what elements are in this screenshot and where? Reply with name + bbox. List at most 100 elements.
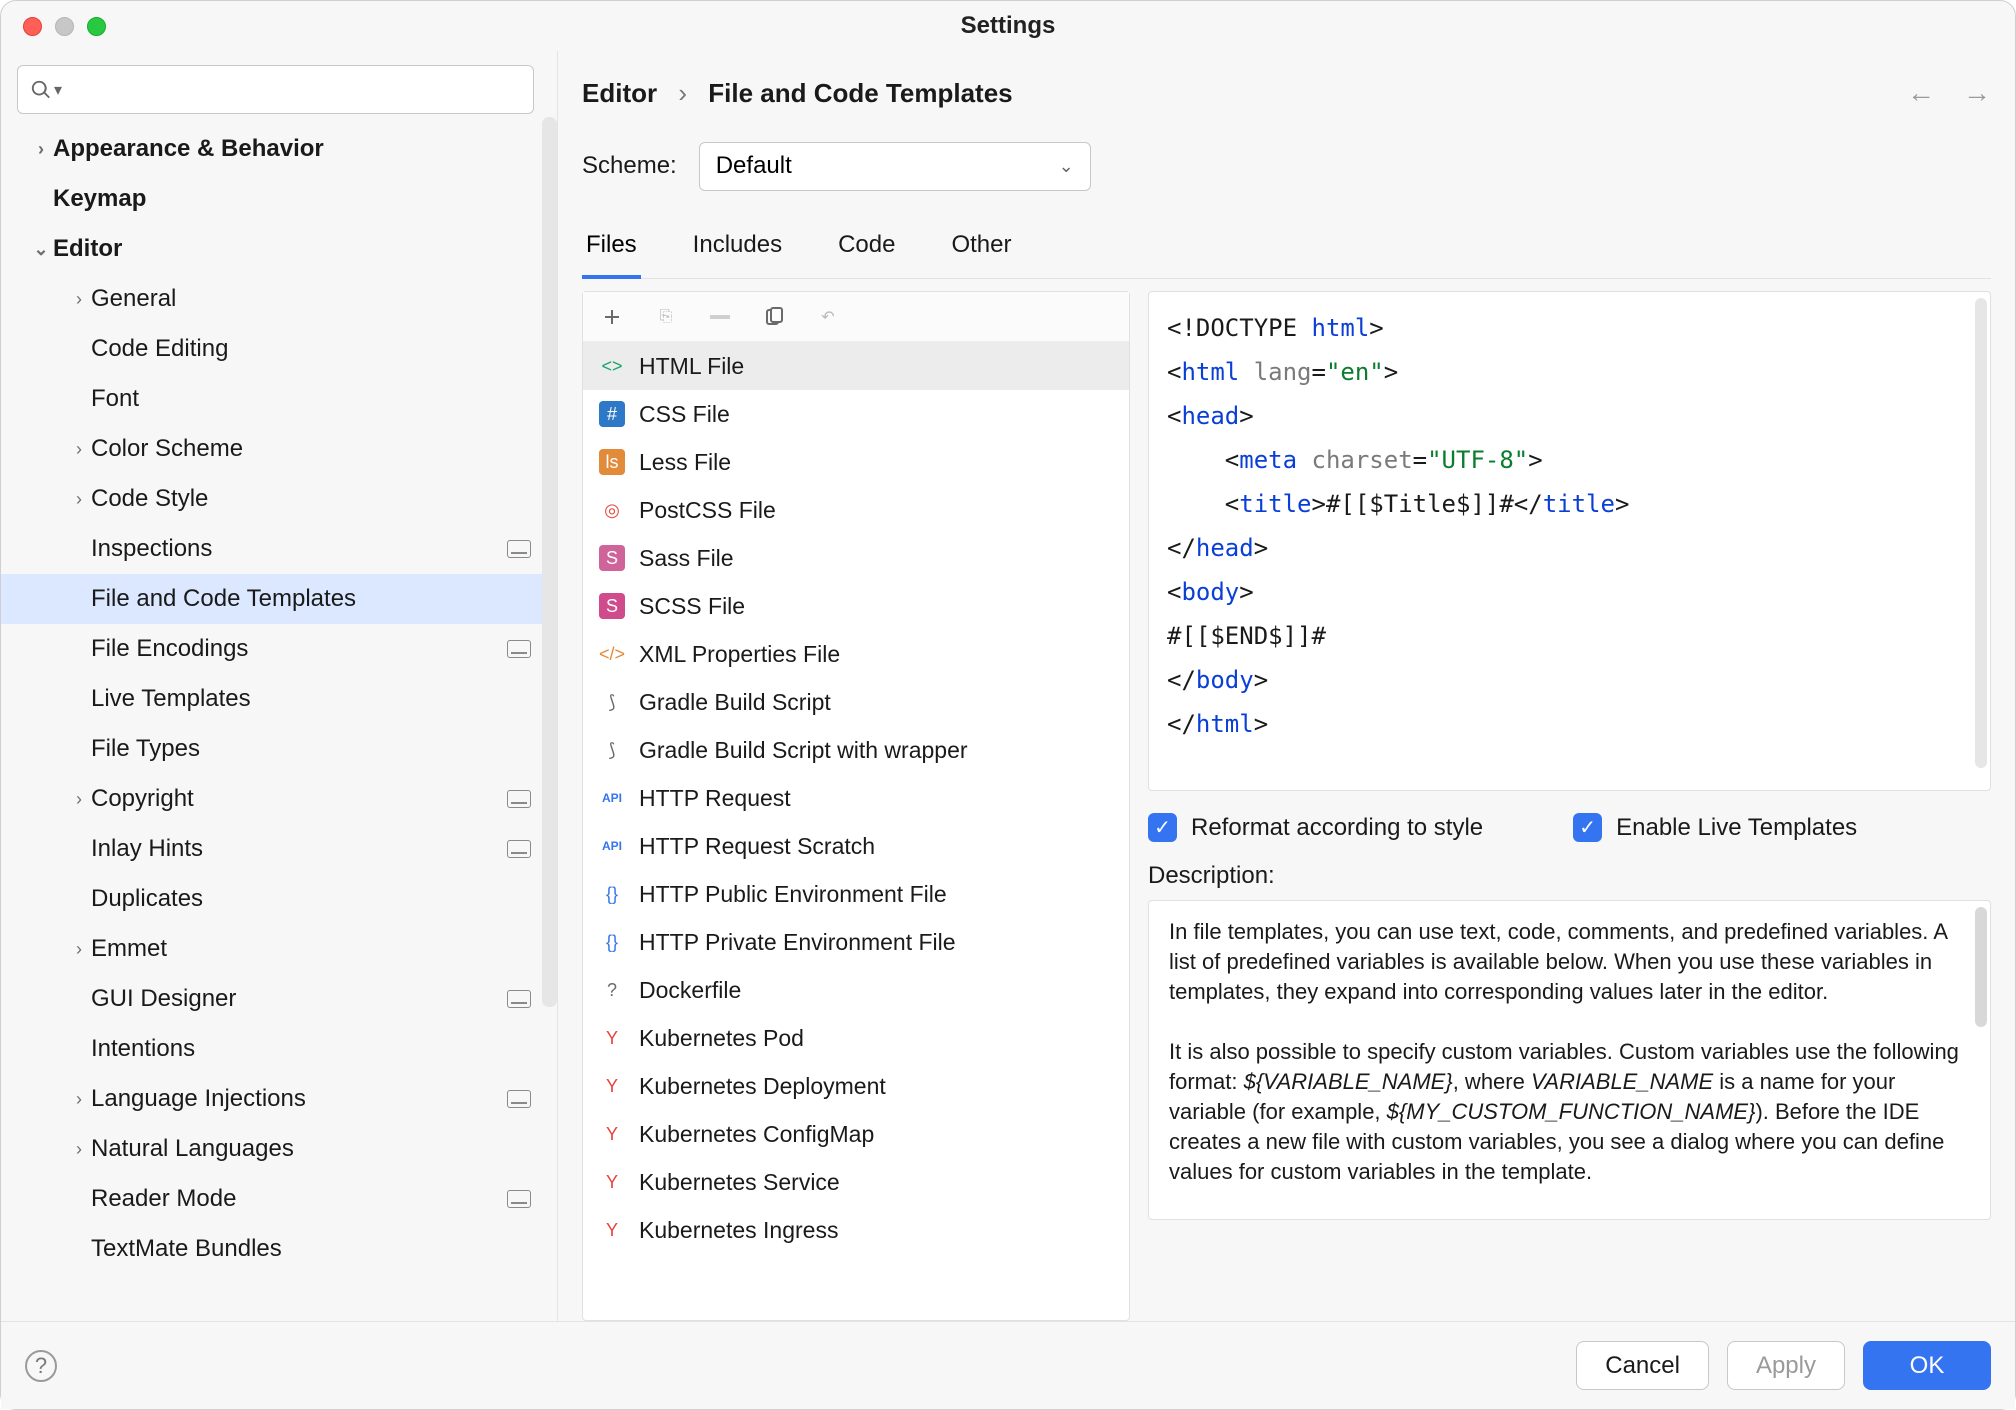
tab-includes[interactable]: Includes (689, 221, 786, 278)
template-item-label: SCSS File (639, 593, 745, 620)
tree-item-label: Font (91, 385, 557, 413)
tree-item-copyright[interactable]: ›Copyright (1, 774, 557, 824)
live-templates-checkbox[interactable]: ✓ Enable Live Templates (1573, 813, 1857, 842)
scheme-value: Default (716, 152, 792, 180)
search-icon (30, 79, 52, 101)
tree-item-live-templates[interactable]: Live Templates (1, 674, 557, 724)
revert-icon[interactable]: ↶ (815, 304, 841, 330)
tree-item-font[interactable]: Font (1, 374, 557, 424)
scheme-select[interactable]: Default ⌄ (699, 142, 1091, 191)
window-title: Settings (1, 12, 2015, 40)
tree-item-label: Inlay Hints (91, 835, 507, 863)
template-item-less-file[interactable]: lsLess File (583, 438, 1129, 486)
template-item-label: Less File (639, 449, 731, 476)
project-scope-icon (507, 790, 531, 808)
breadcrumb-root[interactable]: Editor (582, 78, 657, 108)
description-scrollbar[interactable] (1975, 907, 1987, 1027)
tree-item-intentions[interactable]: Intentions (1, 1024, 557, 1074)
tree-item-color-scheme[interactable]: ›Color Scheme (1, 424, 557, 474)
project-scope-icon (507, 540, 531, 558)
remove-icon[interactable] (707, 304, 733, 330)
tree-item-label: File Encodings (91, 635, 507, 663)
template-item-sass-file[interactable]: SSass File (583, 534, 1129, 582)
tree-item-editor[interactable]: ⌄Editor (1, 224, 557, 274)
template-item-gradle-build-script[interactable]: ⟆Gradle Build Script (583, 678, 1129, 726)
template-item-xml-properties-file[interactable]: </>XML Properties File (583, 630, 1129, 678)
template-item-kubernetes-service[interactable]: YKubernetes Service (583, 1158, 1129, 1206)
template-item-kubernetes-deployment[interactable]: YKubernetes Deployment (583, 1062, 1129, 1110)
api-icon: API (599, 785, 625, 811)
template-item-scss-file[interactable]: SSCSS File (583, 582, 1129, 630)
copy-template-icon[interactable]: ⎘ (653, 304, 679, 330)
template-item-label: HTML File (639, 353, 744, 380)
tree-item-code-editing[interactable]: Code Editing (1, 324, 557, 374)
tree-item-emmet[interactable]: ›Emmet (1, 924, 557, 974)
template-item-postcss-file[interactable]: ◎PostCSS File (583, 486, 1129, 534)
duplicate-icon[interactable] (761, 304, 787, 330)
tree-item-label: Appearance & Behavior (53, 135, 557, 163)
search-input[interactable]: ▾ (17, 65, 534, 114)
footer: ? Cancel Apply OK (1, 1321, 2015, 1409)
tab-other[interactable]: Other (947, 221, 1015, 278)
editor-pane: <!DOCTYPE html> <html lang="en"> <head> … (1148, 291, 1991, 1321)
templates-pane: ⎘ ↶ <>HTML File#CSS FilelsLess File◎Post… (582, 291, 1130, 1321)
template-item-css-file[interactable]: #CSS File (583, 390, 1129, 438)
tree-item-duplicates[interactable]: Duplicates (1, 874, 557, 924)
tree-item-natural-languages[interactable]: ›Natural Languages (1, 1124, 557, 1174)
template-item-http-public-environment-file[interactable]: {}HTTP Public Environment File (583, 870, 1129, 918)
add-icon[interactable] (599, 304, 625, 330)
template-item-label: PostCSS File (639, 497, 776, 524)
tree-item-file-and-code-templates[interactable]: File and Code Templates (1, 574, 557, 624)
tree-item-reader-mode[interactable]: Reader Mode (1, 1174, 557, 1224)
project-scope-icon (507, 640, 531, 658)
description-box[interactable]: In file templates, you can use text, cod… (1148, 900, 1991, 1220)
template-item-http-private-environment-file[interactable]: {}HTTP Private Environment File (583, 918, 1129, 966)
apply-button[interactable]: Apply (1727, 1341, 1845, 1390)
description-p2: It is also possible to specify custom va… (1169, 1037, 1970, 1187)
sidebar-scrollbar[interactable] (542, 117, 557, 1007)
tree-item-file-types[interactable]: File Types (1, 724, 557, 774)
gradle-icon: ⟆ (599, 737, 625, 763)
tree-item-label: Intentions (91, 1035, 557, 1063)
template-item-http-request[interactable]: APIHTTP Request (583, 774, 1129, 822)
ok-button[interactable]: OK (1863, 1341, 1991, 1390)
template-item-dockerfile[interactable]: ?Dockerfile (583, 966, 1129, 1014)
template-item-kubernetes-pod[interactable]: YKubernetes Pod (583, 1014, 1129, 1062)
tree-item-keymap[interactable]: Keymap (1, 174, 557, 224)
chevron-right-icon: › (67, 939, 91, 960)
nav-forward-icon[interactable]: → (1963, 77, 1991, 109)
template-item-html-file[interactable]: <>HTML File (583, 342, 1129, 390)
template-item-kubernetes-configmap[interactable]: YKubernetes ConfigMap (583, 1110, 1129, 1158)
cancel-button[interactable]: Cancel (1576, 1341, 1709, 1390)
reformat-checkbox[interactable]: ✓ Reformat according to style (1148, 813, 1483, 842)
tree-item-label: GUI Designer (91, 985, 507, 1013)
settings-tree: ›Appearance & BehaviorKeymap⌄Editor›Gene… (1, 124, 557, 1321)
tree-item-general[interactable]: ›General (1, 274, 557, 324)
tree-item-gui-designer[interactable]: GUI Designer (1, 974, 557, 1024)
template-item-label: Kubernetes Pod (639, 1025, 804, 1052)
search-dropdown-icon[interactable]: ▾ (54, 80, 62, 100)
nav-back-icon[interactable]: ← (1907, 77, 1935, 109)
template-item-label: Kubernetes Deployment (639, 1073, 886, 1100)
tree-item-appearance-behavior[interactable]: ›Appearance & Behavior (1, 124, 557, 174)
template-item-gradle-build-script-with-wrapper[interactable]: ⟆Gradle Build Script with wrapper (583, 726, 1129, 774)
tree-item-language-injections[interactable]: ›Language Injections (1, 1074, 557, 1124)
tree-item-file-encodings[interactable]: File Encodings (1, 624, 557, 674)
tree-item-inlay-hints[interactable]: Inlay Hints (1, 824, 557, 874)
tab-files[interactable]: Files (582, 221, 641, 279)
tree-item-label: Inspections (91, 535, 507, 563)
template-item-label: Kubernetes Service (639, 1169, 840, 1196)
template-item-label: XML Properties File (639, 641, 840, 668)
tabs: Files Includes Code Other (582, 221, 1991, 279)
help-icon[interactable]: ? (25, 1350, 57, 1382)
tree-item-inspections[interactable]: Inspections (1, 524, 557, 574)
template-item-kubernetes-ingress[interactable]: YKubernetes Ingress (583, 1206, 1129, 1254)
tree-item-textmate-bundles[interactable]: TextMate Bundles (1, 1224, 557, 1274)
tree-item-code-style[interactable]: ›Code Style (1, 474, 557, 524)
tab-code[interactable]: Code (834, 221, 899, 278)
code-scrollbar[interactable] (1975, 298, 1987, 768)
tree-item-label: Code Editing (91, 335, 557, 363)
template-code-editor[interactable]: <!DOCTYPE html> <html lang="en"> <head> … (1148, 291, 1991, 791)
template-item-label: HTTP Private Environment File (639, 929, 956, 956)
template-item-http-request-scratch[interactable]: APIHTTP Request Scratch (583, 822, 1129, 870)
